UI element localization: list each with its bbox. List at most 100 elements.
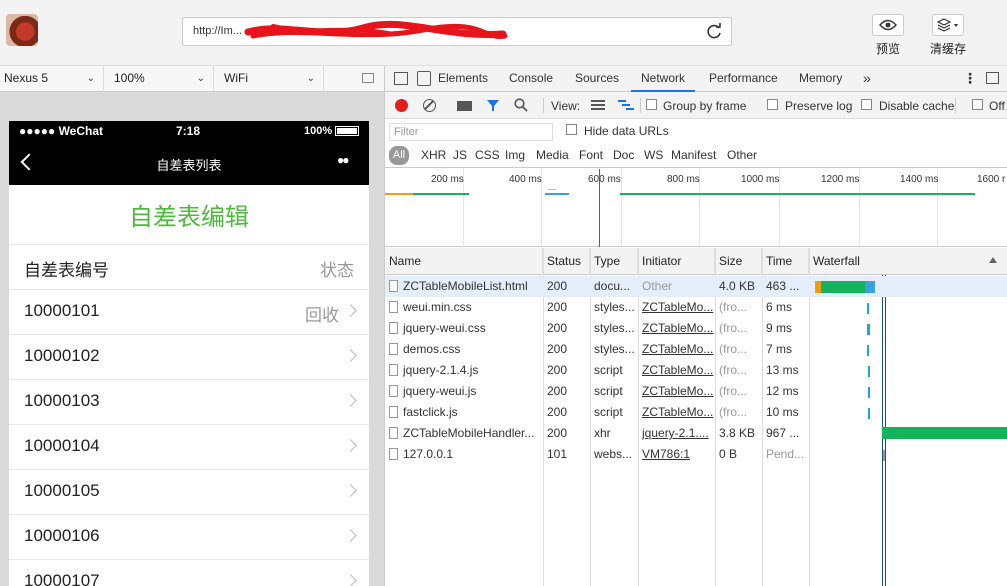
request-row[interactable]: fastclick.js 200 script ZCTableMo... (fro...… bbox=[385, 402, 1007, 423]
reload-icon[interactable] bbox=[705, 23, 723, 41]
list-item[interactable]: 10000106 bbox=[9, 514, 369, 559]
kebab-menu-icon[interactable]: ⋮ bbox=[963, 70, 977, 87]
list-item[interactable]: 10000105 bbox=[9, 469, 369, 514]
cell-time: Pend... bbox=[762, 444, 809, 465]
type-font-button[interactable]: Font bbox=[579, 148, 603, 162]
zoom-select[interactable]: 100% ⌄ bbox=[110, 66, 214, 91]
offline-checkbox[interactable] bbox=[972, 99, 983, 110]
request-row[interactable]: 127.0.0.1 101 webs... VM786:1 0 B Pend... bbox=[385, 444, 1007, 465]
waterfall-bar bbox=[867, 324, 870, 335]
cell-text: styles... bbox=[594, 321, 635, 335]
divider bbox=[543, 98, 544, 113]
record-icon[interactable] bbox=[395, 99, 408, 112]
list-view-icon[interactable] bbox=[591, 100, 605, 110]
rotate-icon[interactable] bbox=[362, 73, 374, 83]
type-all-button[interactable]: All bbox=[389, 146, 409, 165]
url-bar[interactable]: http://Im... bbox=[182, 17, 732, 46]
column-type[interactable]: Type bbox=[590, 248, 638, 275]
battery-text: 100% bbox=[304, 125, 333, 137]
device-select[interactable]: Nexus 5 ⌄ bbox=[0, 66, 104, 91]
cell-initiator[interactable]: VM786:1 bbox=[638, 444, 715, 465]
undock-icon[interactable] bbox=[986, 72, 999, 84]
disable-cache-checkbox[interactable] bbox=[861, 99, 872, 110]
request-row[interactable]: ZCTableMobileHandler... 200 xhr jquery-2.1.… bbox=[385, 423, 1007, 444]
disable-cache-label: Disable cache bbox=[879, 99, 955, 113]
column-size[interactable]: Size bbox=[715, 248, 762, 275]
request-row[interactable]: ZCTableMobileList.html 200 docu... Other 4.0… bbox=[385, 276, 1007, 297]
url-text[interactable]: http://Im... bbox=[193, 25, 242, 37]
clear-icon[interactable] bbox=[423, 99, 436, 112]
cell-text: script bbox=[594, 384, 623, 398]
type-media-button[interactable]: Media bbox=[536, 148, 569, 162]
user-avatar[interactable] bbox=[6, 14, 38, 46]
cell-text: xhr bbox=[594, 426, 611, 440]
network-select[interactable]: WiFi ⌄ bbox=[220, 66, 324, 91]
tick-label: 1200 ms bbox=[821, 174, 860, 185]
hide-data-urls-checkbox[interactable] bbox=[566, 124, 577, 135]
request-row[interactable]: jquery-2.1.4.js 200 script ZCTableMo... (fro… bbox=[385, 360, 1007, 381]
more-tabs-icon[interactable]: » bbox=[863, 66, 871, 92]
tab-console[interactable]: Console bbox=[509, 66, 553, 92]
cell-initiator[interactable]: ZCTableMo... bbox=[638, 360, 715, 381]
clock-text: 7:18 bbox=[176, 124, 201, 138]
item-id: 10000104 bbox=[24, 436, 100, 455]
device-toggle-icon[interactable] bbox=[417, 71, 431, 86]
group-by-frame-checkbox[interactable] bbox=[646, 99, 657, 110]
waterfall-view-icon[interactable] bbox=[618, 100, 634, 110]
type-ws-button[interactable]: WS bbox=[644, 148, 663, 162]
item-status: 回收 bbox=[305, 306, 339, 325]
request-row[interactable]: jquery-weui.css 200 styles... ZCTableMo... (… bbox=[385, 318, 1007, 339]
screenshot-icon[interactable] bbox=[457, 101, 472, 111]
sort-asc-icon[interactable] bbox=[989, 257, 997, 263]
tick-label: 400 ms bbox=[509, 174, 542, 185]
more-icon[interactable]: ●● bbox=[337, 153, 349, 167]
type-doc-button[interactable]: Doc bbox=[613, 148, 634, 162]
cell-text: jquery-weui.js bbox=[403, 384, 477, 398]
type-css-button[interactable]: CSS bbox=[475, 148, 500, 162]
type-manifest-button[interactable]: Manifest bbox=[671, 148, 716, 162]
request-row[interactable]: demos.css 200 styles... ZCTableMo... (fro...… bbox=[385, 339, 1007, 360]
list-item[interactable]: 10000103 bbox=[9, 379, 369, 424]
request-row[interactable]: jquery-weui.js 200 script ZCTableMo... (fro.… bbox=[385, 381, 1007, 402]
type-js-button[interactable]: JS bbox=[453, 148, 467, 162]
filter-input[interactable]: Filter bbox=[389, 123, 553, 141]
cell-initiator[interactable]: ZCTableMo... bbox=[638, 402, 715, 423]
list-item[interactable]: 10000104 bbox=[9, 424, 369, 469]
tab-memory[interactable]: Memory bbox=[799, 66, 842, 92]
cell-initiator[interactable]: Other bbox=[638, 276, 715, 297]
cell-initiator[interactable]: ZCTableMo... bbox=[638, 318, 715, 339]
timeline-overview[interactable]: 200 ms 400 ms 600 ms 800 ms 1000 ms 1200… bbox=[385, 167, 1007, 248]
tab-performance[interactable]: Performance bbox=[709, 66, 778, 92]
column-waterfall[interactable]: Waterfall bbox=[809, 248, 1007, 275]
preserve-log-checkbox[interactable] bbox=[767, 99, 778, 110]
cell-initiator[interactable]: jquery-2.1.... bbox=[638, 423, 715, 444]
tab-network[interactable]: Network bbox=[631, 66, 696, 92]
column-time[interactable]: Time bbox=[762, 248, 809, 275]
cell-initiator[interactable]: ZCTableMo... bbox=[638, 381, 715, 402]
type-img-button[interactable]: Img bbox=[505, 148, 525, 162]
type-xhr-button[interactable]: XHR bbox=[421, 148, 446, 162]
cell-time: 6 ms bbox=[762, 297, 809, 318]
inspect-icon[interactable] bbox=[394, 72, 408, 85]
preview-button[interactable]: 预览 bbox=[868, 14, 908, 57]
filter-icon[interactable] bbox=[486, 99, 500, 112]
tab-elements[interactable]: Elements bbox=[438, 66, 488, 92]
cell-initiator[interactable]: ZCTableMo... bbox=[638, 339, 715, 360]
cell-text: styles... bbox=[594, 342, 635, 356]
column-status[interactable]: Status bbox=[543, 248, 590, 275]
search-icon[interactable] bbox=[514, 98, 528, 112]
clear-cache-button[interactable]: 清缓存 bbox=[928, 14, 968, 57]
cell-type: styles... bbox=[590, 318, 638, 339]
request-row[interactable]: weui.min.css 200 styles... ZCTableMo... (fro… bbox=[385, 297, 1007, 318]
type-other-button[interactable]: Other bbox=[727, 148, 757, 162]
devtools-panel: Elements Console Sources Network Perform… bbox=[384, 66, 1007, 586]
cell-text: Pend... bbox=[766, 447, 805, 461]
cell-initiator[interactable]: ZCTableMo... bbox=[638, 297, 715, 318]
list-item[interactable]: 10000101 回收 bbox=[9, 289, 369, 334]
column-name[interactable]: Name bbox=[385, 248, 543, 275]
divider bbox=[640, 98, 641, 113]
list-item[interactable]: 10000102 bbox=[9, 334, 369, 379]
list-item[interactable]: 10000107 bbox=[9, 559, 369, 586]
column-initiator[interactable]: Initiator bbox=[638, 248, 715, 275]
tab-sources[interactable]: Sources bbox=[575, 66, 619, 92]
